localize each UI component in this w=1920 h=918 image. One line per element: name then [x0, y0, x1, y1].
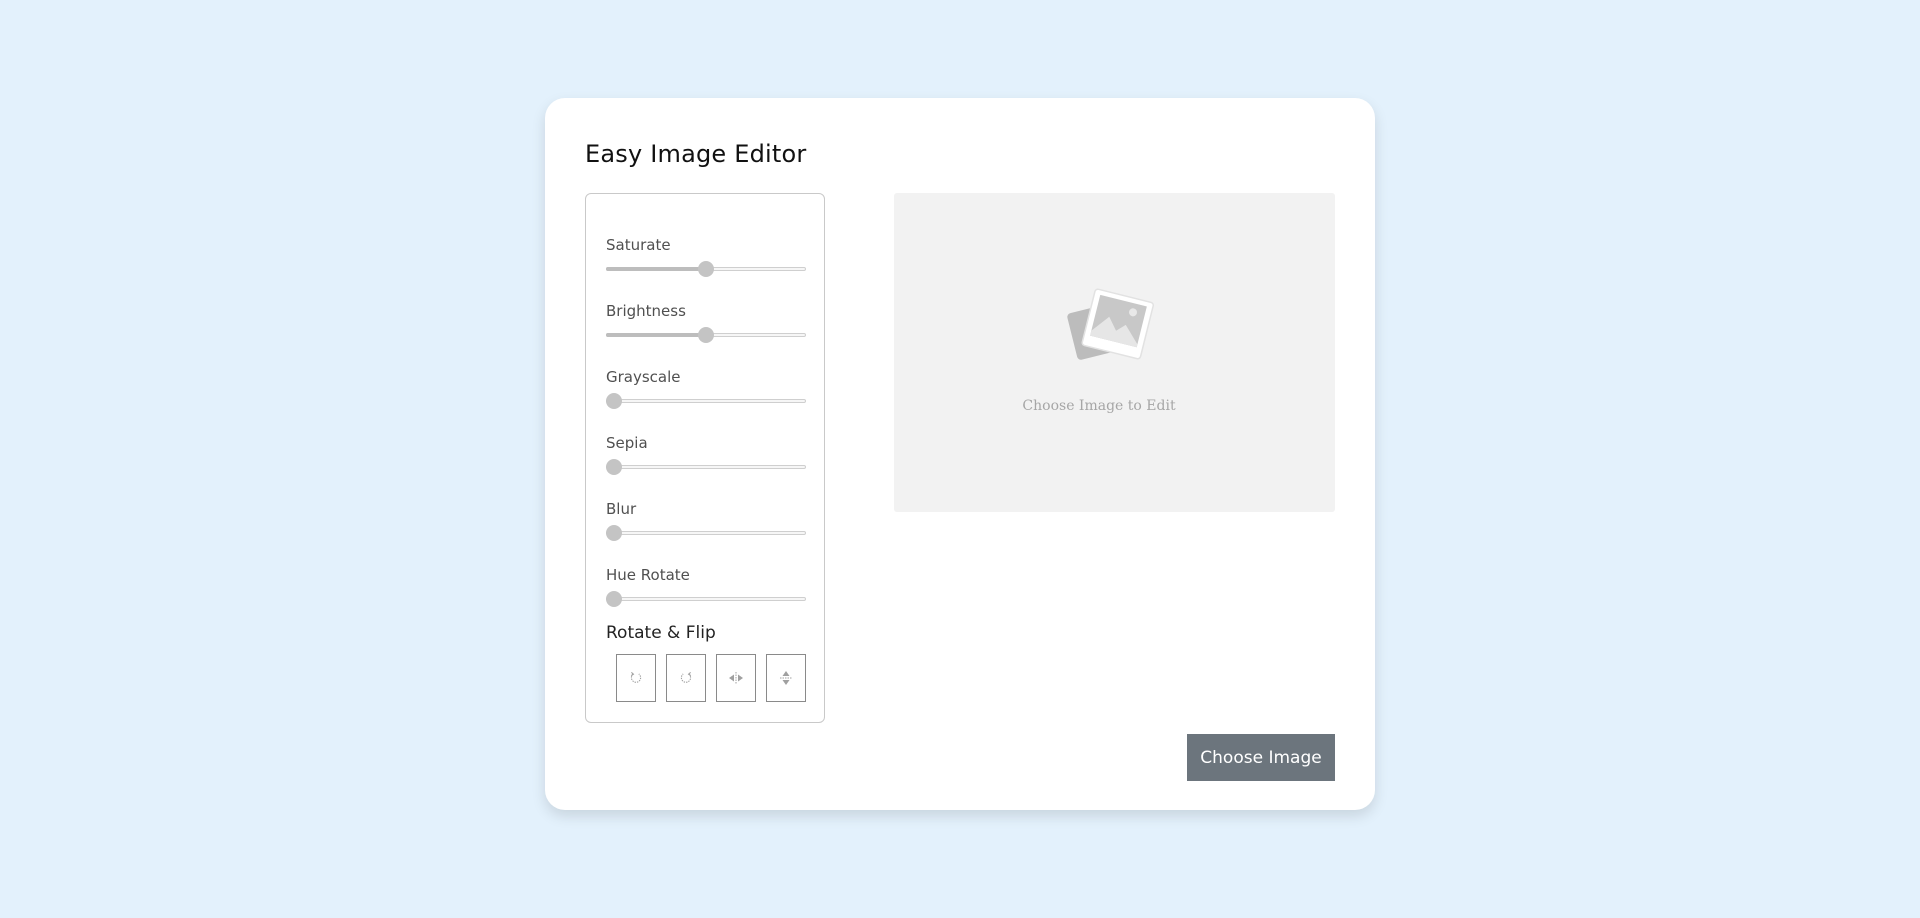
slider-thumb[interactable]	[698, 327, 714, 343]
filter-brightness: Brightness	[606, 301, 806, 344]
filter-grayscale: Grayscale	[606, 367, 806, 410]
slider-thumb[interactable]	[606, 459, 622, 475]
flip-vertical-icon	[780, 671, 792, 685]
rotate-right-button[interactable]	[666, 654, 706, 702]
image-preview: Choose Image to Edit	[894, 193, 1335, 512]
filter-blur: Blur	[606, 499, 806, 542]
grayscale-slider[interactable]	[606, 392, 806, 410]
page-title: Easy Image Editor	[585, 140, 807, 168]
slider-thumb[interactable]	[698, 261, 714, 277]
rotate-flip-buttons	[616, 654, 806, 702]
slider-thumb[interactable]	[606, 525, 622, 541]
flip-horizontal-button[interactable]	[716, 654, 756, 702]
filter-label-grayscale: Grayscale	[606, 368, 681, 386]
filter-label-brightness: Brightness	[606, 302, 686, 320]
brightness-slider[interactable]	[606, 326, 806, 344]
saturate-slider[interactable]	[606, 260, 806, 278]
slider-thumb[interactable]	[606, 591, 622, 607]
filter-saturate: Saturate	[606, 235, 806, 278]
flip-horizontal-icon	[729, 672, 743, 684]
filter-hue-rotate: Hue Rotate	[606, 565, 806, 608]
filter-label-blur: Blur	[606, 500, 637, 518]
editor-card: Easy Image Editor Saturate Brightness Gr…	[545, 98, 1375, 810]
filter-label-saturate: Saturate	[606, 236, 671, 254]
sepia-slider[interactable]	[606, 458, 806, 476]
slider-thumb[interactable]	[606, 393, 622, 409]
image-placeholder-icon	[1067, 288, 1154, 360]
hue-rotate-slider[interactable]	[606, 590, 806, 608]
placeholder-text: Choose Image to Edit	[1022, 398, 1176, 414]
filter-panel: Saturate Brightness Grayscale Sepia Blur…	[585, 193, 825, 723]
filter-label-hue-rotate: Hue Rotate	[606, 566, 690, 584]
blur-slider[interactable]	[606, 524, 806, 542]
rotate-left-button[interactable]	[616, 654, 656, 702]
filter-sepia: Sepia	[606, 433, 806, 476]
filter-label-sepia: Sepia	[606, 434, 648, 452]
rotate-left-icon	[630, 671, 642, 683]
rotate-flip-title: Rotate & Flip	[606, 623, 716, 643]
choose-image-button[interactable]: Choose Image	[1187, 734, 1335, 781]
rotate-right-icon	[680, 671, 692, 683]
flip-vertical-button[interactable]	[766, 654, 806, 702]
